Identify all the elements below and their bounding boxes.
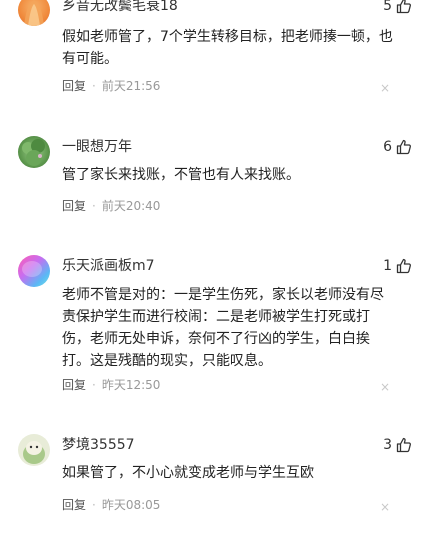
comment-meta: 回复 · 前天20:40 (62, 198, 160, 214)
thumbs-up-icon (396, 0, 411, 14)
like-button[interactable]: 3 (383, 435, 412, 455)
comment-meta: 回复 · 昨天08:05 (62, 497, 160, 513)
reply-button[interactable]: 回复 (62, 378, 86, 392)
comment-time: 前天20:40 (101, 199, 161, 213)
reply-button[interactable]: 回复 (62, 498, 86, 512)
like-count: 6 (383, 139, 392, 155)
reply-button[interactable]: 回复 (62, 199, 86, 213)
avatar[interactable] (18, 136, 50, 168)
close-icon[interactable]: × (380, 499, 390, 515)
comment-meta: 回复 · 前天21:56 (62, 78, 160, 94)
avatar-green-plant-icon (22, 139, 45, 166)
comment-meta: 回复 · 昨天12:50 (62, 377, 160, 393)
like-button[interactable]: 1 (383, 256, 412, 276)
like-count: 1 (383, 258, 392, 274)
comment-time: 昨天08:05 (101, 498, 161, 512)
close-icon[interactable]: × (380, 80, 390, 96)
separator-dot: · (92, 199, 96, 213)
comment-time: 前天21:56 (101, 79, 161, 93)
comment-username[interactable]: 一眼想万年 (62, 137, 132, 157)
thumbs-up-icon (396, 139, 411, 155)
avatar-orange-icon (24, 0, 44, 26)
comment-username[interactable]: 乐天派画板m7 (62, 256, 155, 276)
comment-text: 管了家长来找账，不管也有人来找账。 (62, 167, 300, 183)
avatar-gradient-icon (22, 261, 42, 277)
thumbs-up-icon (396, 258, 411, 274)
comment-text: 老师不管是对的：一是学生伤死，家长以老师没有尽责保护学生而进行校闹：二是老师被学… (62, 287, 384, 369)
separator-dot: · (92, 79, 96, 93)
like-count: 5 (383, 0, 392, 14)
comment-text: 假如老师管了，7个学生转移目标，把老师揍一顿，也有可能。 (62, 29, 393, 67)
like-button[interactable]: 6 (383, 137, 412, 157)
comment-username[interactable]: 梦境35557 (62, 435, 135, 455)
avatar[interactable] (18, 434, 50, 466)
thumbs-up-icon (396, 437, 411, 453)
comment-time: 昨天12:50 (101, 378, 161, 392)
separator-dot: · (92, 498, 96, 512)
like-count: 3 (383, 437, 392, 453)
avatar[interactable] (18, 0, 50, 26)
separator-dot: · (92, 378, 96, 392)
reply-button[interactable]: 回复 (62, 79, 86, 93)
comment-username[interactable]: 乡音无改鬓毛衰18 (62, 0, 178, 16)
avatar[interactable] (18, 255, 50, 287)
avatar-cartoon-icon (23, 441, 45, 464)
close-icon[interactable]: × (380, 379, 390, 395)
comment-text: 如果管了，不小心就变成老师与学生互欧 (62, 465, 314, 481)
like-button[interactable]: 5 (383, 0, 412, 16)
